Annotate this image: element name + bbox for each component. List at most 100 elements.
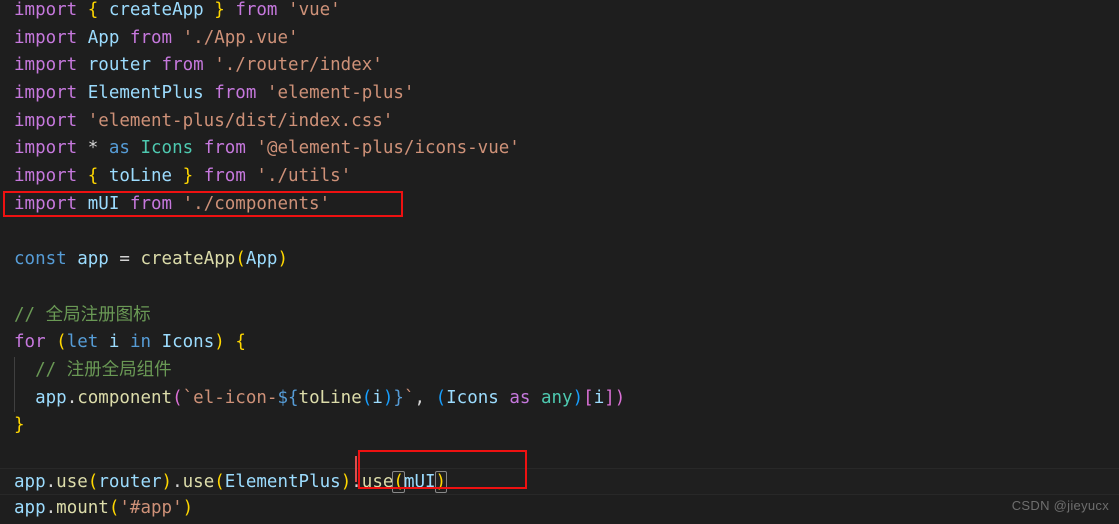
token-keyword-in: in	[129, 332, 152, 353]
token-keyword-for: for	[14, 332, 46, 353]
token-keyword-import: import	[14, 83, 78, 104]
token-bracket-open: [	[583, 387, 594, 408]
code-line-19[interactable]: app.mount('#app')	[0, 495, 1119, 523]
code-line-12[interactable]: // 全局注册图标	[0, 302, 1119, 330]
token-paren-close-2: )	[340, 471, 352, 492]
token-string-iconsvue: '@element-plus/icons-vue'	[256, 138, 520, 159]
token-comment-register-icons: // 全局注册图标	[14, 304, 151, 325]
token-keyword-as: as	[509, 387, 531, 408]
token-loop-var-i: i	[108, 332, 120, 353]
token-keyword-import: import	[14, 110, 78, 131]
code-lines-container: import { createApp } from 'vue' import A…	[0, 0, 1119, 523]
code-line-8[interactable]: import mUI from './components'	[0, 191, 1119, 219]
token-bracket-close: ]	[604, 387, 615, 408]
code-line-11-blank[interactable]	[0, 274, 1119, 302]
token-comma: ,	[414, 387, 426, 408]
token-keyword-as: as	[108, 138, 130, 159]
token-router-binding: router	[87, 55, 151, 76]
token-paren-close-3-matched: )	[434, 470, 448, 493]
token-toline-call: toLine	[298, 387, 362, 408]
token-brace-close: }	[182, 166, 194, 187]
token-mui-binding: mUI	[87, 193, 120, 214]
token-brace-close: }	[214, 0, 225, 20]
token-equals: =	[119, 249, 130, 270]
token-paren-close: )	[614, 387, 626, 408]
token-mount-call: mount	[56, 498, 109, 519]
token-mui-arg: mUI	[403, 471, 436, 492]
token-keyword-const: const	[14, 249, 67, 270]
code-line-17-blank[interactable]	[0, 440, 1119, 468]
token-interpolation-close: }	[393, 387, 404, 408]
token-brace-open: {	[87, 166, 99, 187]
token-paren-open-2: (	[214, 471, 225, 492]
code-line-10[interactable]: const app = createApp(App)	[0, 246, 1119, 274]
token-template-backtick-open: `	[182, 387, 194, 408]
token-app-var: app	[14, 471, 46, 492]
token-paren-close: )	[214, 332, 225, 353]
code-editor[interactable]: import { createApp } from 'vue' import A…	[0, 0, 1119, 524]
token-elementplus-arg: ElementPlus	[224, 471, 341, 492]
token-keyword-import: import	[14, 166, 78, 187]
code-line-6[interactable]: import * as Icons from '@element-plus/ic…	[0, 135, 1119, 163]
code-line-2[interactable]: import App from './App.vue'	[0, 25, 1119, 53]
token-use-call-2: use	[182, 471, 215, 492]
token-keyword-import: import	[14, 55, 78, 76]
code-line-14[interactable]: // 注册全局组件	[0, 356, 1119, 385]
token-icons-ref: Icons	[446, 387, 499, 408]
token-template-text: el-icon-	[193, 387, 278, 408]
token-star: *	[87, 138, 99, 159]
token-app-var: app	[35, 387, 67, 408]
token-router-arg: router	[98, 471, 162, 492]
token-keyword-import: import	[14, 0, 78, 20]
token-paren-open: (	[56, 332, 67, 353]
code-line-16[interactable]: }	[0, 412, 1119, 440]
token-keyword-import: import	[14, 193, 78, 214]
code-line-18[interactable]: app.use(router).use(ElementPlus).use(mUI…	[0, 467, 1119, 496]
watermark: CSDN @jieyucx	[1011, 498, 1109, 514]
code-line-5[interactable]: import 'element-plus/dist/index.css'	[0, 108, 1119, 136]
token-interpolation-open: ${	[277, 387, 299, 408]
token-elementplus-binding: ElementPlus	[87, 83, 204, 104]
code-line-9-blank[interactable]	[0, 219, 1119, 247]
token-keyword-import: import	[14, 138, 78, 159]
token-string-utils: './utils'	[256, 166, 352, 187]
token-paren-open: (	[172, 387, 183, 408]
token-use-call-3: use	[361, 471, 394, 492]
code-line-1[interactable]: import { createApp } from 'vue'	[0, 0, 1119, 25]
token-paren-open-1: (	[87, 471, 99, 492]
code-line-4[interactable]: import ElementPlus from 'element-plus'	[0, 80, 1119, 108]
token-toline-binding: toLine	[108, 166, 173, 187]
code-line-15[interactable]: app.component(`el-icon-${toLine(i)}`, (I…	[0, 384, 1119, 413]
code-line-13[interactable]: for (let i in Icons) {	[0, 329, 1119, 357]
token-paren-close-inner: )	[382, 387, 394, 408]
token-dot: .	[45, 471, 57, 492]
code-line-7[interactable]: import { toLine } from './utils'	[0, 163, 1119, 191]
code-line-3[interactable]: import router from './router/index'	[0, 52, 1119, 80]
token-keyword-from: from	[161, 55, 204, 76]
token-keyword-import: import	[14, 27, 78, 48]
